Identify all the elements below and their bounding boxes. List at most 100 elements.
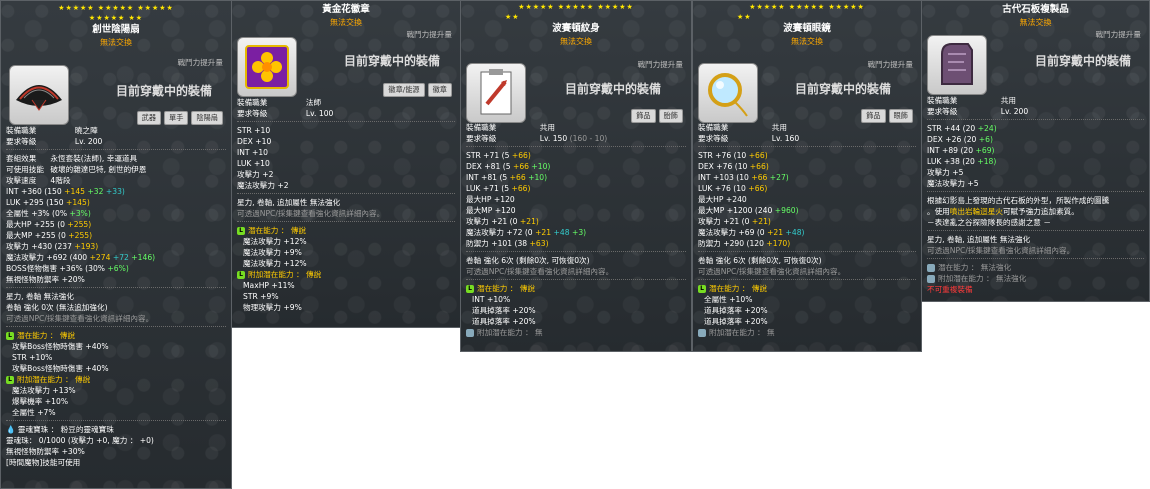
stat-int: INT +89 (20 +69): [927, 146, 995, 155]
usable-skill-row: 可使用技能 破壞的雜達巴特, 創世的伊恩: [6, 165, 147, 174]
add-potential-header: 附加潛在能力 ： 無: [466, 327, 686, 338]
stat-luk: LUK +295 (150 +145): [6, 198, 90, 207]
item-subtitle: 無法交換: [791, 37, 823, 47]
empty-badge-icon: [466, 328, 474, 337]
equipped-label: 目前穿戴中的裝備: [795, 82, 892, 96]
potential-line: 道具掉落率 +20%: [472, 317, 536, 326]
stat-matk: 魔法攻擊力 +2: [237, 181, 289, 190]
stat-str: STR +10: [237, 126, 271, 135]
stat-int: INT +103 (10 +66 +27): [698, 173, 789, 182]
potential-line: 道具掉落率 +20%: [704, 306, 768, 315]
stat-maxhp: 最大HP +255 (0 +255): [6, 220, 92, 229]
item-subtitle: 無法交換: [560, 37, 592, 47]
stat-lines: 裝備職業 共用 要求等級 Lv. 200 STR +44 (20 +24) DE…: [927, 95, 1144, 295]
set-effect-row: 套組效果 永恆套裝(法師), 幸運道具: [6, 154, 138, 163]
add-potential-line: 物理攻擊力 +9%: [243, 303, 302, 312]
potential-line: 魔法攻擊力 +12%: [243, 259, 307, 268]
category-tags: 徽章/能源 徽章: [383, 83, 452, 98]
legendary-badge-icon: L: [466, 284, 474, 293]
star-force-tip: 星力, 卷軸, 追加屬性 無法強化: [927, 235, 1031, 244]
item-subtitle: 無法交換: [330, 17, 362, 27]
star-force-row-2: ★★: [737, 13, 752, 22]
legendary-badge-icon: L: [237, 226, 245, 235]
potential-header: 潛在能力 ： 無法強化: [927, 262, 1144, 273]
level-row: 要求等級 Lv. 150 (160 - 10): [466, 134, 608, 143]
job-value: 曉之陣: [74, 126, 98, 135]
job-row: 裝備職業 共用: [698, 123, 787, 132]
stat-matk: 魔法攻擊力 +69 (0 +21 +48): [698, 228, 805, 237]
potential-line: 全屬性 +10%: [704, 295, 753, 304]
item-title: 波賽頓紋身: [552, 23, 600, 35]
tooltip-panel-badge: 黃金花徽章 無法交換 戰鬥力提升量 目前穿戴中的裝備 徽章/能源 徽章 裝備職業…: [231, 0, 461, 328]
job-row: 裝備職業 共用: [927, 96, 1016, 105]
stat-str: STR +44 (20 +24): [927, 124, 997, 133]
stat-ignore-def: 無視怪物防禦率 +20%: [6, 275, 85, 284]
potential-line: 攻擊Boss怪物時傷害 +40%: [12, 342, 109, 351]
stat-def: 防禦力 +290 (120 +170): [698, 239, 791, 248]
tag-badge: 徽章: [427, 83, 452, 98]
no-repeat-warning: 不可重複裝備: [927, 285, 973, 294]
add-potential-header: 附加潛在能力 ： 無: [698, 327, 916, 338]
star-force-row-1: ★★★★★ ★★★★★ ★★★★★: [749, 3, 865, 11]
soul-weapon-row: 💧 靈魂寶珠 ： 粉豆的靈魂寶珠: [6, 425, 114, 434]
item-title: 黃金花徽章: [322, 4, 370, 15]
legendary-badge-icon: L: [698, 284, 706, 293]
power-label: 戰鬥力提升量: [637, 60, 683, 69]
stat-lines: 裝備職業 共用 要求等級 Lv. 150 (160 - 10) STR +71 …: [466, 122, 686, 338]
star-force-row-1: ★★★★★ ★★★★★ ★★★★★: [518, 3, 634, 11]
scroll-info: 卷軸 強化 6次 (剩餘0次, 可恢復0次): [466, 256, 590, 265]
stat-boss: BOSS怪物傷害 +36% (30% +6%): [6, 264, 129, 273]
power-label: 戰鬥力提升量: [867, 60, 913, 69]
item-subtitle: 無法交換: [1019, 17, 1052, 27]
tag-badge-energy: 徽章/能源: [383, 83, 425, 98]
tooltip-panel-tattoo: ★★★★★ ★★★★★ ★★★★★ ★★ 波賽頓紋身 無法交換 戰鬥力提升量 目…: [460, 0, 692, 352]
power-label: 戰鬥力提升量: [1095, 30, 1141, 39]
power-label: 戰鬥力提升量: [177, 58, 223, 67]
add-potential-line: STR +9%: [243, 292, 279, 301]
stat-matk: 魔法攻擊力 +692 (400 +274 +72 +146): [6, 253, 156, 262]
add-potential-header: 附加潛在能力 ： 無法強化: [927, 273, 1144, 284]
stat-atk: 攻擊力 +430 (237 +193): [6, 242, 99, 251]
potential-header: L 潛在能力 ： 傳說: [237, 225, 455, 236]
poseidon-tattoo-icon: [466, 63, 526, 123]
tag-fan: 陰陽扇: [191, 111, 223, 126]
star-force-row-1: ★★★★★ ★★★★★ ★★★★★: [58, 4, 174, 12]
add-potential-line: 魔法攻擊力 +13%: [12, 386, 76, 395]
level-row: 要求等級 Lv. 200: [6, 136, 226, 147]
stat-lines: 裝備職業 法師 要求等級 Lv. 100 STR +10 DEX +10 INT…: [237, 97, 455, 313]
stat-dex: DEX +26 (20 +6): [927, 135, 993, 144]
soul-gem-icon: 💧: [6, 425, 16, 434]
level-row: 要求等級 Lv. 160: [698, 134, 800, 143]
stat-maxmp: 最大MP +1200 (240 +960): [698, 206, 799, 215]
empty-badge-icon: [698, 328, 706, 337]
soul-charge-row: 靈魂珠： 0/1000 (攻擊力 +0, 魔力 ： +0): [6, 436, 154, 445]
legendary-badge-icon: L: [6, 375, 14, 384]
stat-luk: LUK +10: [237, 159, 270, 168]
poseidon-glasses-icon: [698, 63, 758, 123]
tag-one-hand: 單手: [164, 111, 189, 126]
legendary-badge-icon: L: [6, 331, 14, 340]
npc-tip: 可透過NPC/採集鍵查看強化資訊詳細內容。: [237, 209, 385, 218]
stat-matk: 魔法攻擊力 +5: [927, 179, 979, 188]
item-subtitle: 無法交換: [100, 38, 132, 48]
npc-tip: 可透過NPC/採集鍵查看強化資訊詳細內容。: [927, 246, 1075, 255]
ancient-stone-tablet-icon: [927, 35, 987, 95]
equipped-label: 目前穿戴中的裝備: [116, 84, 213, 98]
equipped-label: 目前穿戴中的裝備: [344, 54, 441, 68]
potential-line: 道具掉落率 +20%: [704, 317, 768, 326]
stat-maxmp: 最大MP +255 (0 +255): [6, 231, 93, 240]
potential-line: 道具掉落率 +20%: [472, 306, 536, 315]
equipped-label: 目前穿戴中的裝備: [1035, 54, 1132, 68]
npc-tip: 可透過NPC/採集鍵查看強化資訊詳細內容。: [698, 267, 846, 276]
potential-header: L 潛在能力 ： 傳說: [698, 283, 916, 294]
equipped-label: 目前穿戴中的裝備: [565, 82, 662, 96]
description-3: －表達亂之谷探險隊長的感謝之意 －: [927, 218, 1051, 227]
job-label: 裝備職業: [6, 126, 37, 135]
stat-atk: 攻擊力 +21 (0 +21): [466, 217, 539, 226]
description-1: 根據幻影島上發現的古代石板的外型，所製作成的圖騰: [927, 196, 1110, 205]
potential-line: 攻擊Boss怪物時傷害 +40%: [12, 364, 109, 373]
item-title: 創世陰陽扇: [92, 24, 140, 36]
stat-str: STR +71 (5 +66): [466, 151, 531, 160]
stat-matk: 魔法攻擊力 +72 (0 +21 +48 +3): [466, 228, 587, 237]
stat-atk: 攻擊力 +5: [927, 168, 964, 177]
